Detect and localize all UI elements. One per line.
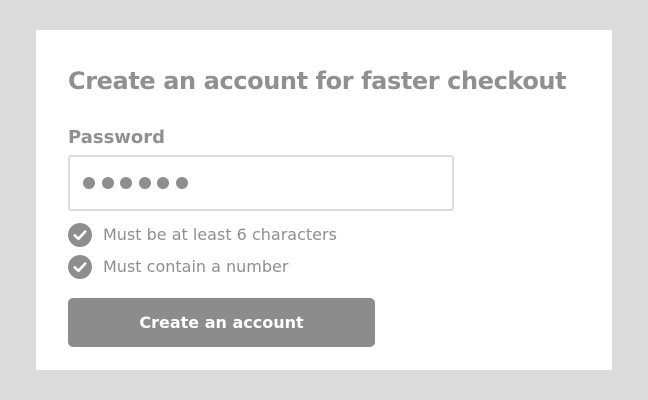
form-title: Create an account for faster checkout <box>68 67 567 95</box>
password-input[interactable] <box>68 155 454 211</box>
password-dot <box>120 177 132 189</box>
create-account-button[interactable]: Create an account <box>68 298 375 347</box>
password-dot <box>138 177 151 189</box>
password-mask <box>83 177 194 189</box>
password-rule-number: Must contain a number <box>68 255 288 279</box>
password-label: Password <box>68 127 166 148</box>
check-circle-icon <box>68 255 92 279</box>
password-rule-text: Must contain a number <box>103 257 289 276</box>
password-rule-length: Must be at least 6 characters <box>68 223 337 247</box>
password-dot <box>175 177 188 189</box>
password-rule-text: Must be at least 6 characters <box>103 225 337 244</box>
password-dot <box>157 177 169 189</box>
check-circle-icon <box>68 223 92 247</box>
signup-card: Create an account for faster checkout Pa… <box>36 30 612 370</box>
password-dot <box>101 177 114 189</box>
password-dot <box>83 177 95 189</box>
